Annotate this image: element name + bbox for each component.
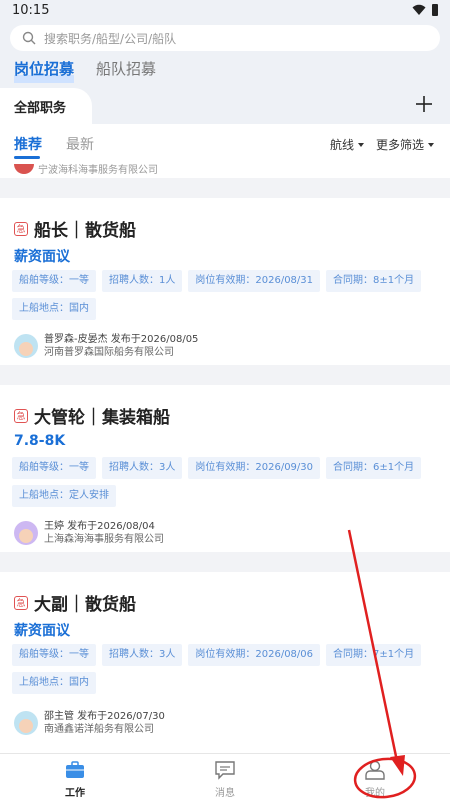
card-title-row: 急 船长｜散货船 xyxy=(14,216,136,241)
add-category-button[interactable] xyxy=(414,94,434,114)
tab-indicator xyxy=(14,156,40,159)
poster-info: 邵主管 发布于2026/07/30 南通鑫诺洋船务有限公司 xyxy=(14,710,165,736)
tag: 船舶等级：一等 xyxy=(12,457,96,479)
tag: 合同期：6±1个月 xyxy=(326,457,422,479)
briefcase-icon xyxy=(66,761,84,778)
route-filter[interactable]: 航线 xyxy=(330,136,365,153)
poster-line: 王婷 发布于2026/08/04 xyxy=(44,521,155,532)
nav-profile[interactable]: 我的 xyxy=(345,760,405,799)
category-tab-all[interactable]: 全部职务 xyxy=(0,88,92,124)
tag: 船舶等级：一等 xyxy=(12,644,96,666)
nav-messages[interactable]: 消息 xyxy=(195,760,255,799)
poster-line: 邵主管 发布于2026/07/30 xyxy=(44,711,165,722)
tab-fleet-recruit[interactable]: 船队招募 xyxy=(96,58,156,83)
nav-work[interactable]: 工作 xyxy=(45,760,105,799)
status-icons xyxy=(412,4,438,16)
tag: 上船地点：国内 xyxy=(12,298,96,320)
job-title: 大副｜散货船 xyxy=(34,595,136,615)
search-placeholder: 搜索职务/船型/公司/船队 xyxy=(44,31,177,46)
salary: 7.8-8K xyxy=(14,433,66,449)
nav-label: 消息 xyxy=(215,788,235,799)
tag-list: 船舶等级：一等 招聘人数：3人 岗位有效期：2026/08/06 合同期：7±1… xyxy=(12,644,432,694)
urgent-icon: 急 xyxy=(14,221,28,236)
tab-job-recruit[interactable]: 岗位招募 xyxy=(14,58,75,83)
tab-recommend[interactable]: 推荐 xyxy=(14,134,42,154)
nav-label: 工作 xyxy=(65,788,85,799)
status-bar: 10:15 xyxy=(0,0,450,22)
tag: 岗位有效期：2026/09/30 xyxy=(188,457,321,479)
route-filter-label: 航线 xyxy=(330,138,355,152)
card-title-row: 急 大管轮｜集装箱船 xyxy=(14,403,170,428)
avatar xyxy=(14,164,34,174)
salary: 薪资面议 xyxy=(14,249,70,265)
bottom-nav: 工作 消息 我的 xyxy=(0,753,450,800)
message-icon xyxy=(215,761,235,780)
tag-list: 船舶等级：一等 招聘人数：1人 岗位有效期：2026/08/31 合同期：8±1… xyxy=(12,270,432,320)
job-card-partial[interactable]: 宁波海科海事服务有限公司 xyxy=(0,164,450,178)
company-name: 南通鑫诺洋船务有限公司 xyxy=(44,724,154,735)
company-name: 宁波海科海事服务有限公司 xyxy=(38,165,158,176)
job-title: 船长｜散货船 xyxy=(34,221,136,241)
battery-icon xyxy=(432,4,438,16)
poster-info: 王婷 发布于2026/08/04 上海森海海事服务有限公司 xyxy=(14,520,164,546)
urgent-icon: 急 xyxy=(14,595,28,610)
job-card[interactable]: 急 船长｜散货船 薪资面议 船舶等级：一等 招聘人数：1人 岗位有效期：2026… xyxy=(0,198,450,365)
search-input[interactable]: 搜索职务/船型/公司/船队 xyxy=(10,25,440,51)
tag: 招聘人数：1人 xyxy=(102,270,183,292)
filter-bar: 推荐 最新 航线 更多筛选 xyxy=(0,124,450,164)
tag: 合同期：7±1个月 xyxy=(326,644,422,666)
profile-icon xyxy=(365,760,385,780)
tag: 船舶等级：一等 xyxy=(12,270,96,292)
job-list: 宁波海科海事服务有限公司 急 船长｜散货船 薪资面议 船舶等级：一等 招聘人数：… xyxy=(0,164,450,753)
more-filters[interactable]: 更多筛选 xyxy=(376,136,435,153)
tag: 上船地点：定人安排 xyxy=(12,485,116,507)
urgent-icon: 急 xyxy=(14,408,28,423)
poster-info: 普罗森-皮晏杰 发布于2026/08/05 河南普罗森国际船务有限公司 xyxy=(14,333,198,359)
caret-down-icon xyxy=(428,142,435,147)
status-time: 10:15 xyxy=(12,3,50,18)
tag: 招聘人数：3人 xyxy=(102,644,183,666)
category-bar: 全部职务 xyxy=(0,88,450,124)
avatar xyxy=(14,521,38,545)
avatar xyxy=(14,334,38,358)
tag: 岗位有效期：2026/08/31 xyxy=(188,270,321,292)
company-name: 河南普罗森国际船务有限公司 xyxy=(44,347,174,358)
tag: 招聘人数：3人 xyxy=(102,457,183,479)
top-tabs: 岗位招募 船队招募 xyxy=(14,58,156,83)
tag: 岗位有效期：2026/08/06 xyxy=(188,644,321,666)
tag: 合同期：8±1个月 xyxy=(326,270,422,292)
avatar xyxy=(14,711,38,735)
more-filters-label: 更多筛选 xyxy=(376,138,425,152)
tab-latest[interactable]: 最新 xyxy=(66,134,94,154)
card-title-row: 急 大副｜散货船 xyxy=(14,590,136,615)
job-card[interactable]: 急 大副｜散货船 薪资面议 船舶等级：一等 招聘人数：3人 岗位有效期：2026… xyxy=(0,572,450,753)
tag-list: 船舶等级：一等 招聘人数：3人 岗位有效期：2026/09/30 合同期：6±1… xyxy=(12,457,432,507)
wifi-icon xyxy=(412,4,426,15)
search-icon xyxy=(22,31,36,45)
company-name: 上海森海海事服务有限公司 xyxy=(44,534,164,545)
tag: 上船地点：国内 xyxy=(12,672,96,694)
poster-line: 普罗森-皮晏杰 发布于2026/08/05 xyxy=(44,334,199,345)
job-title: 大管轮｜集装箱船 xyxy=(34,408,170,428)
caret-down-icon xyxy=(358,142,365,147)
job-card[interactable]: 急 大管轮｜集装箱船 7.8-8K 船舶等级：一等 招聘人数：3人 岗位有效期：… xyxy=(0,385,450,552)
nav-label: 我的 xyxy=(365,788,385,799)
salary: 薪资面议 xyxy=(14,623,70,639)
